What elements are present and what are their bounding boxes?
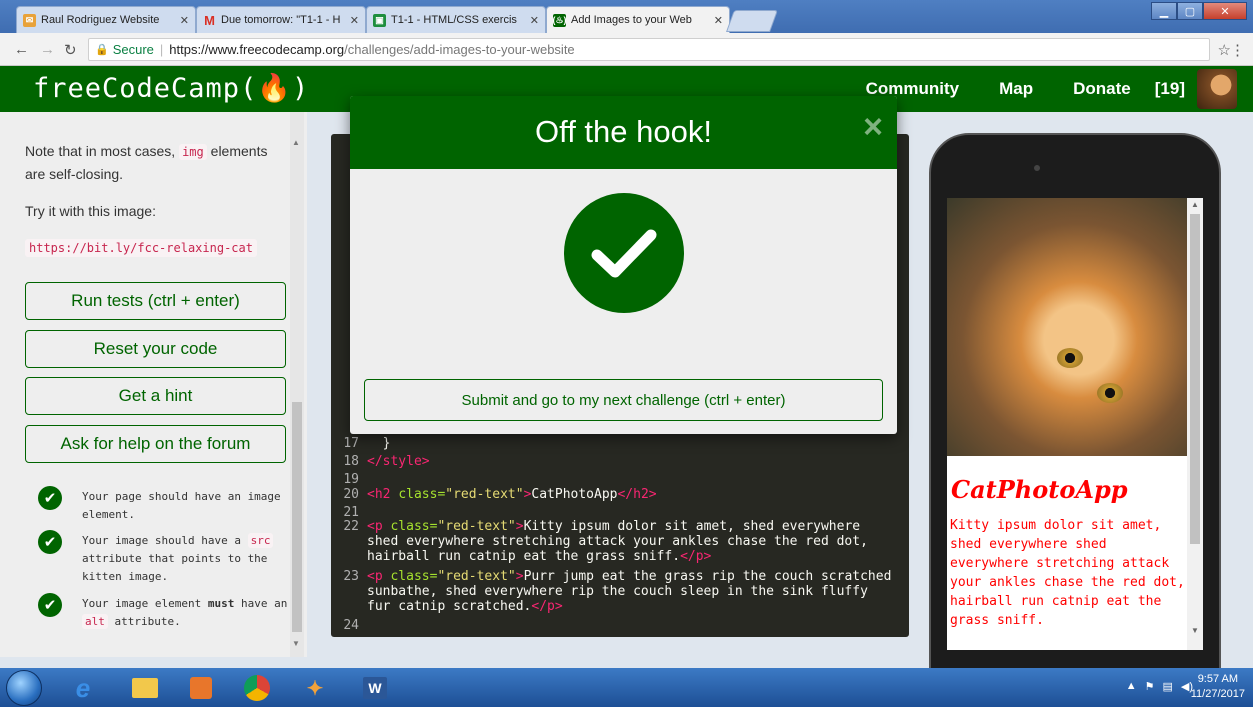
file-explorer-icon[interactable]: [122, 672, 168, 704]
scroll-up-icon[interactable]: ▲: [292, 138, 300, 147]
chrome-icon[interactable]: [234, 672, 280, 704]
code-line: 23 <p class="red-text">Purr jump eat the …: [343, 569, 892, 614]
check-icon: ✔: [38, 593, 62, 617]
close-window-icon[interactable]: ✕: [1203, 2, 1247, 20]
tab-add-images[interactable]: (♨) Add Images to your Web ✕: [546, 6, 730, 33]
run-tests-button[interactable]: Run tests (ctrl + enter): [25, 282, 286, 320]
instructions-panel: Note that in most cases, img elements ar…: [0, 112, 307, 657]
cat-image: [947, 198, 1187, 456]
success-check-icon: [564, 193, 684, 313]
test-item: ✔ Your image element must have an alt at…: [38, 593, 288, 631]
tab-gmail[interactable]: M Due tomorrow: "T1-1 - H ✕: [196, 6, 366, 33]
clock-time: 9:57 AM: [1197, 673, 1239, 685]
address-bar: ← → ↻ 🔒 Secure | https://www.freecodecam…: [0, 33, 1253, 66]
code-line: 17 }: [343, 436, 391, 451]
avatar[interactable]: [1197, 69, 1237, 109]
close-tab-icon[interactable]: ✕: [180, 14, 189, 27]
scroll-up-icon[interactable]: ▲: [1191, 200, 1199, 209]
check-icon: ✔: [38, 486, 62, 510]
scrollbar-thumb[interactable]: [1190, 214, 1200, 544]
show-hidden-icons-icon[interactable]: ▲: [1126, 680, 1137, 693]
code-line: 22 <p class="red-text">Kitty ipsum dolor …: [343, 519, 868, 564]
forum-help-button[interactable]: Ask for help on the forum: [25, 425, 286, 463]
scroll-down-icon[interactable]: ▼: [1191, 626, 1199, 635]
instructions-scrollbar[interactable]: ▲ ▼: [290, 112, 304, 657]
freecodecamp-favicon-icon: (♨): [552, 13, 567, 27]
start-button[interactable]: [6, 670, 42, 706]
nav-links: Community Map Donate [19]: [866, 66, 1237, 112]
outlook-icon[interactable]: [178, 672, 224, 704]
modal-title: Off the hook!: [535, 114, 712, 149]
minimize-icon[interactable]: ▁: [1151, 2, 1177, 20]
nav-donate[interactable]: Donate: [1073, 79, 1131, 99]
word-icon[interactable]: W: [352, 672, 398, 704]
test-item: ✔ Your page should have an image element…: [38, 486, 288, 524]
preview-scrollbar[interactable]: ▲ ▼: [1187, 198, 1203, 650]
internet-explorer-icon[interactable]: e: [60, 672, 106, 704]
cat-eye: [1097, 383, 1123, 403]
close-tab-icon[interactable]: ✕: [530, 14, 539, 27]
bookmark-star-icon[interactable]: ☆: [1218, 41, 1231, 59]
network-icon[interactable]: ▤: [1162, 680, 1172, 693]
check-icon: ✔: [38, 530, 62, 554]
code-line: 20 <h2 class="red-text">CatPhotoApp</h2>: [343, 487, 657, 502]
reload-icon[interactable]: ↻: [64, 41, 77, 59]
success-modal: Off the hook! × Submit and go to my next…: [350, 96, 897, 434]
close-tab-icon[interactable]: ✕: [350, 14, 359, 27]
close-tab-icon[interactable]: ✕: [714, 14, 723, 27]
url-input[interactable]: 🔒 Secure | https://www.freecodecamp.org/…: [88, 38, 1210, 61]
paint-app-icon[interactable]: ✦: [292, 672, 338, 704]
lock-icon: 🔒: [95, 44, 109, 56]
code-line: 24: [343, 618, 359, 633]
try-text: Try it with this image:: [25, 203, 156, 219]
browser-tab-strip: ✉ Raul Rodriguez Website ✕ M Due tomorro…: [0, 0, 1253, 33]
nav-map[interactable]: Map: [999, 79, 1033, 99]
cat-eye: [1057, 348, 1083, 368]
window-controls: ▁ ▢ ✕: [1151, 2, 1247, 20]
reset-code-button[interactable]: Reset your code: [25, 330, 286, 368]
system-tray: ▲ ⚑ ▤ ◀): [1118, 680, 1193, 693]
clock-date: 11/27/2017: [1190, 688, 1245, 700]
phone-camera: [1034, 165, 1040, 171]
image-url-code: https://bit.ly/fcc-relaxing-cat: [25, 239, 257, 257]
test-item: ✔ Your image should have a src attribute…: [38, 530, 288, 586]
points-badge[interactable]: [19]: [1155, 79, 1185, 99]
preview-heading: CatPhotoApp: [951, 475, 1128, 504]
website-favicon-icon: ✉: [23, 13, 36, 27]
browser-menu-icon[interactable]: ⋮: [1230, 41, 1245, 59]
code-line: 18 </style>: [343, 454, 430, 469]
get-hint-button[interactable]: Get a hint: [25, 377, 286, 415]
taskbar-clock[interactable]: 9:57 AM 11/27/2017: [1191, 672, 1245, 702]
back-arrow-icon[interactable]: ←: [14, 41, 29, 58]
note-text: Note that in most cases, img elements ar…: [25, 143, 268, 182]
close-icon[interactable]: ×: [863, 110, 883, 144]
gmail-icon: M: [204, 12, 215, 28]
url-text: https://www.freecodecamp.org/challenges/…: [169, 42, 575, 57]
separator: |: [159, 42, 164, 57]
preview-screen: CatPhotoApp Kitty ipsum dolor sit amet, …: [947, 198, 1203, 650]
forward-arrow-icon[interactable]: →: [40, 41, 55, 58]
windows-taskbar: e ✦ W ▲ ⚑ ▤ ◀) 9:57 AM 11/27/2017: [0, 668, 1253, 707]
scrollbar-thumb[interactable]: [292, 402, 302, 632]
fcc-logo[interactable]: freeCodeCamp(🔥): [33, 72, 309, 104]
scroll-down-icon[interactable]: ▼: [292, 639, 300, 648]
code-line: 21: [343, 505, 359, 520]
modal-header: Off the hook! ×: [350, 96, 897, 169]
secure-label: Secure: [112, 42, 154, 57]
tab-classroom[interactable]: ▣ T1-1 - HTML/CSS exercis ✕: [366, 6, 546, 33]
submit-next-challenge-button[interactable]: Submit and go to my next challenge (ctrl…: [364, 379, 883, 421]
code-line: 19: [343, 472, 359, 487]
classroom-icon: ▣: [373, 13, 386, 27]
tab-raul-website[interactable]: ✉ Raul Rodriguez Website ✕: [16, 6, 196, 33]
action-center-flag-icon[interactable]: ⚑: [1145, 680, 1155, 693]
preview-paragraph: Kitty ipsum dolor sit amet, shed everywh…: [950, 518, 1185, 628]
maximize-icon[interactable]: ▢: [1177, 2, 1203, 20]
new-tab-button[interactable]: [725, 10, 779, 32]
